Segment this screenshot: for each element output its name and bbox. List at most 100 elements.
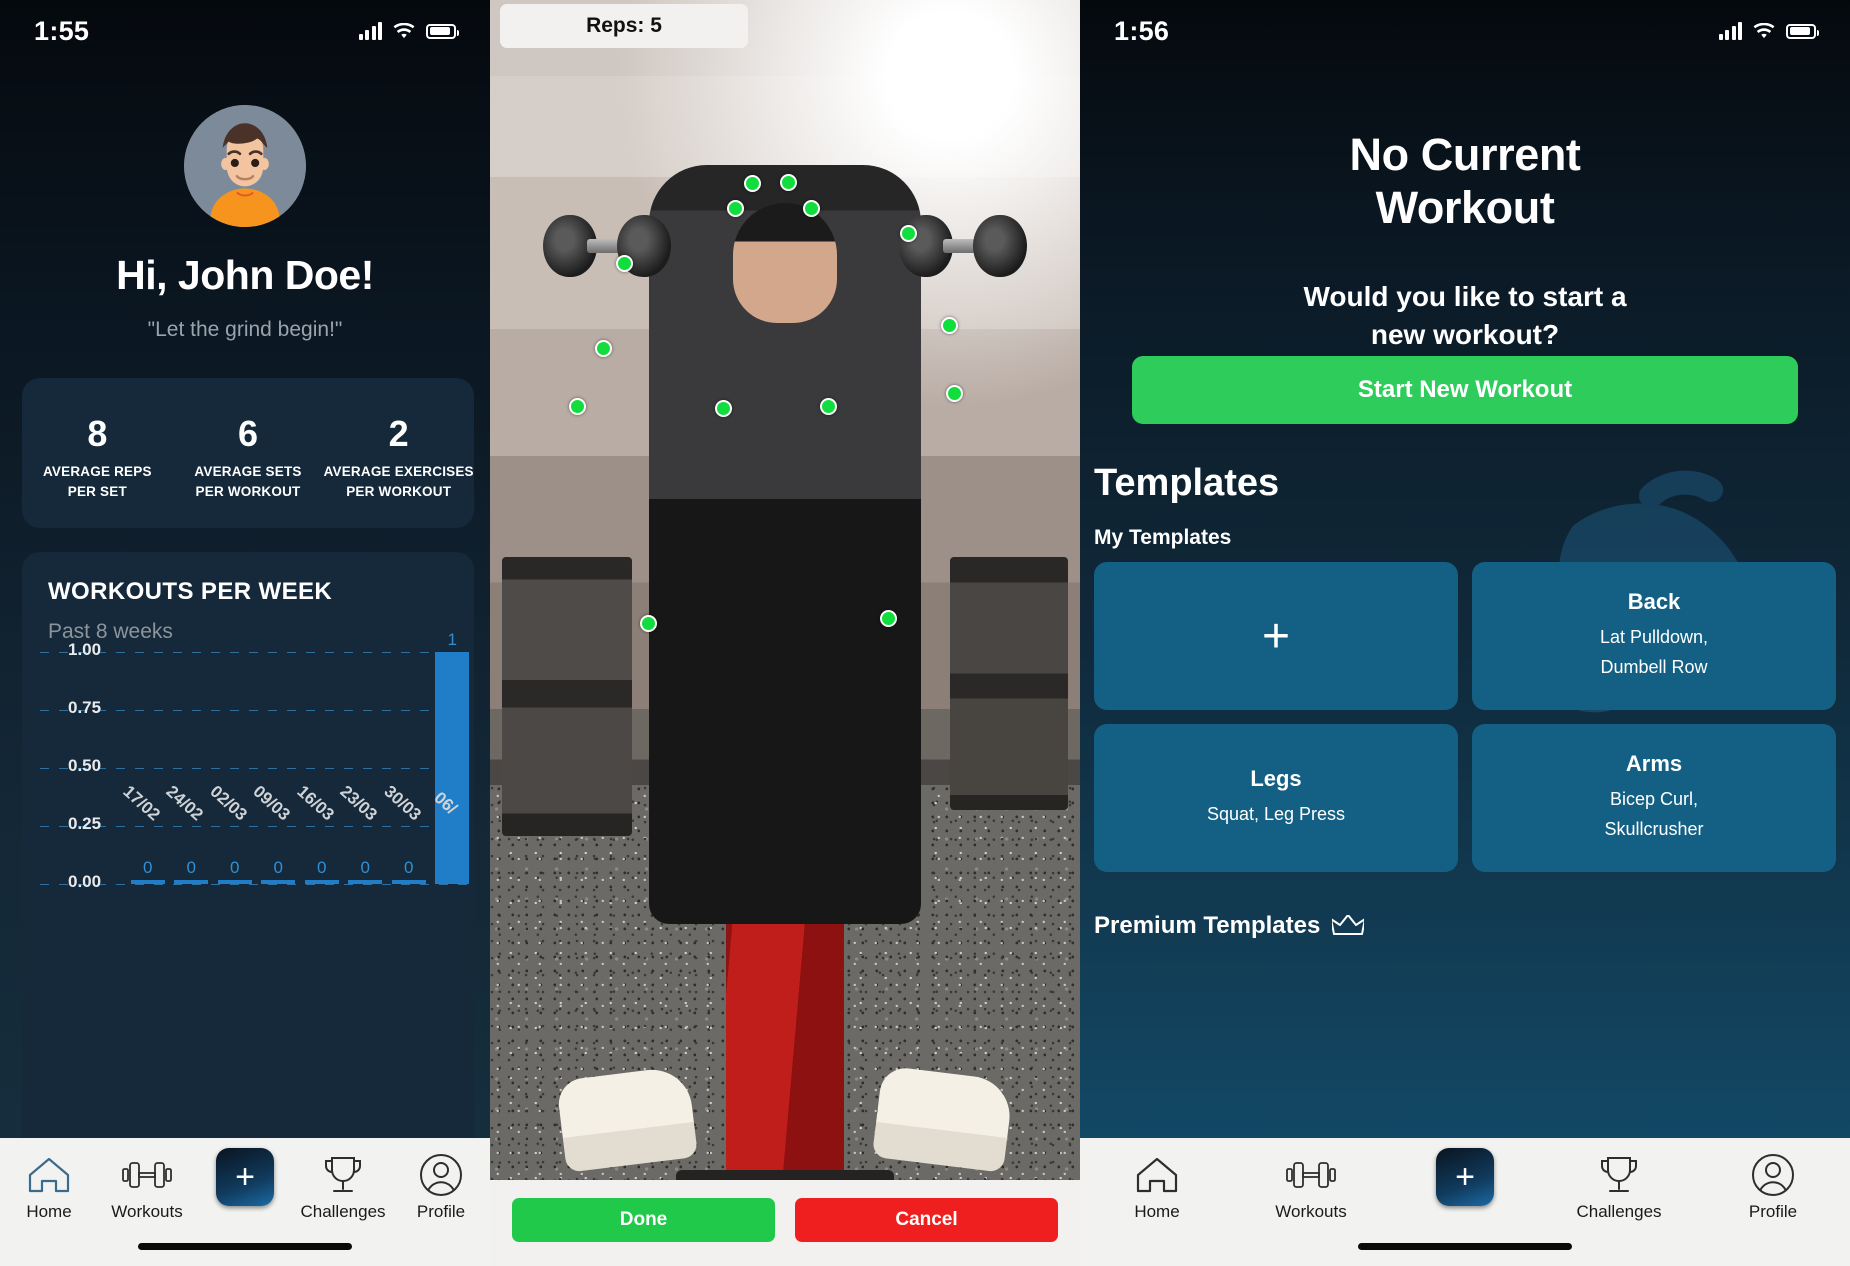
wifi-icon: [393, 22, 415, 40]
tab-profile[interactable]: Profile: [392, 1152, 490, 1222]
template-card-legs[interactable]: Legs Squat, Leg Press: [1094, 724, 1458, 872]
chart-x-tick: 09/03: [250, 782, 301, 860]
chart-x-tick-label: 06/: [430, 788, 462, 819]
template-exercise-line1: Bicep Curl,: [1609, 789, 1698, 810]
bottom-tab-bar-workout: Home Workouts + Challenges Profile: [1080, 1138, 1850, 1266]
tab-add-workout[interactable]: +: [1388, 1148, 1542, 1206]
chart-bar-value-label: 0: [404, 858, 414, 877]
templates-heading: Templates: [1094, 462, 1280, 504]
chart-y-tick-label: 1.00: [68, 640, 102, 659]
tab-label: Profile: [416, 1202, 466, 1221]
pose-keypoint-icon: [941, 317, 958, 334]
pose-keypoint-icon: [744, 175, 761, 192]
chart-bar: [348, 880, 383, 884]
cellular-bars-icon: [358, 22, 382, 40]
chart-y-tick-label: 0.50: [68, 756, 102, 775]
tab-profile[interactable]: Profile: [1696, 1152, 1850, 1222]
chart-bar-value-label: 1: [447, 630, 457, 649]
panel-camera: Reps: 5 Done Cancel: [490, 0, 1080, 1266]
chart-bar: [217, 880, 252, 884]
tab-add-workout[interactable]: +: [196, 1148, 294, 1206]
premium-templates-label: Premium Templates: [1094, 912, 1367, 940]
stat-label: AVERAGE SETS PER WORKOUT: [173, 462, 324, 501]
stat-label-line2: PER WORKOUT: [346, 483, 452, 499]
trophy-icon: [320, 1152, 366, 1198]
stat-label-line2: PER WORKOUT: [195, 483, 301, 499]
tab-challenges[interactable]: Challenges: [1542, 1152, 1696, 1222]
chart-bar: [304, 880, 339, 884]
template-card-back[interactable]: Back Lat Pulldown, Dumbell Row: [1472, 562, 1836, 710]
camera-feed: [490, 0, 1080, 1266]
template-name: Legs: [1250, 766, 1302, 792]
dumbbell-icon: [121, 1152, 173, 1198]
plus-icon[interactable]: +: [1436, 1148, 1494, 1206]
stat-value: 2: [388, 412, 409, 454]
chart-y-tick-label: 0.00: [68, 872, 102, 891]
pose-keypoint-icon: [780, 174, 797, 191]
home-indicator: [1358, 1243, 1572, 1250]
plus-icon[interactable]: +: [216, 1148, 274, 1206]
stat-label-line1: AVERAGE EXERCISES: [323, 463, 474, 479]
pose-keypoint-icon: [640, 615, 657, 632]
tab-home[interactable]: Home: [1080, 1152, 1234, 1222]
reps-counter-badge: Reps: 5: [500, 4, 748, 48]
tab-home[interactable]: Home: [0, 1152, 98, 1222]
bottom-tab-bar-home: Home Workouts + Challenges Profile: [0, 1138, 490, 1266]
pose-keypoint-icon: [803, 200, 820, 217]
tab-workouts[interactable]: Workouts: [1234, 1152, 1388, 1222]
person-icon: [419, 1152, 463, 1198]
chart-bar: [174, 880, 209, 884]
template-exercises: Squat, Leg Press: [1207, 800, 1345, 830]
template-name: Arms: [1625, 751, 1683, 777]
tab-label: Challenges: [1576, 1202, 1662, 1221]
no-current-workout-hero: No Current Workout Would you like to sta…: [1080, 128, 1850, 354]
user-avatar-icon: [184, 105, 306, 227]
chart-bar-value-label: 0: [273, 858, 283, 877]
pose-keypoint-icon: [900, 225, 917, 242]
template-exercises: Lat Pulldown, Dumbell Row: [1600, 623, 1708, 682]
panel-workout: 1:56 No Current Workout Would you like t: [1080, 0, 1850, 1266]
tab-label: Workouts: [111, 1202, 183, 1221]
status-bar-workout: 1:56: [1080, 0, 1850, 62]
tab-challenges[interactable]: Challenges: [294, 1152, 392, 1222]
pose-keypoint-icon: [727, 200, 744, 217]
template-card-arms[interactable]: Arms Bicep Curl, Skullcrusher: [1472, 724, 1836, 872]
chart-x-tick: 17/02: [119, 782, 170, 860]
headline-line1: No Current: [1349, 129, 1581, 180]
stat-average-reps: 8 AVERAGE REPS PER SET: [22, 411, 173, 501]
add-template-button[interactable]: +: [1094, 562, 1458, 710]
camera-action-bar: Done Cancel: [490, 1180, 1080, 1266]
stat-value: 8: [87, 412, 108, 454]
cancel-button[interactable]: Cancel: [795, 1198, 1058, 1242]
cellular-bars-icon: [1718, 22, 1742, 40]
chart-y-gridline: 0.00: [22, 872, 474, 891]
panel-home: 1:55 Hi, John Doe! "Let the grind begin!…: [0, 0, 490, 1266]
chart-bar-value-label: 0: [143, 858, 153, 877]
trophy-icon: [1596, 1152, 1642, 1198]
battery-icon: [426, 23, 459, 39]
chart-x-tick: 16/03: [293, 782, 344, 860]
page-subtitle: Would you like to start a new workout?: [1080, 278, 1850, 354]
person-head: [732, 202, 837, 323]
tab-workouts[interactable]: Workouts: [98, 1152, 196, 1222]
status-bar-home: 1:55: [0, 0, 490, 62]
home-indicator: [138, 1243, 352, 1250]
avatar[interactable]: [184, 105, 306, 227]
chart-bar-value-label: 0: [317, 858, 327, 877]
done-button[interactable]: Done: [512, 1198, 775, 1242]
start-new-workout-button[interactable]: Start New Workout: [1132, 356, 1798, 424]
dumbbell-rack-left: [501, 557, 632, 836]
battery-icon: [1786, 23, 1819, 39]
pose-keypoint-icon: [820, 398, 837, 415]
chart-gridline: [40, 884, 474, 885]
stat-label-line1: AVERAGE REPS: [42, 463, 152, 479]
templates-grid: + Back Lat Pulldown, Dumbell Row Legs Sq…: [1094, 562, 1836, 872]
chart-x-tick: 06/: [430, 788, 475, 860]
chart-x-tick: 23/03: [337, 782, 388, 860]
pose-keypoint-icon: [595, 340, 612, 357]
chart-bar: [261, 880, 296, 884]
stats-card: 8 AVERAGE REPS PER SET 6 AVERAGE SETS PE…: [22, 378, 474, 528]
person-icon: [1751, 1152, 1795, 1198]
shoe-left: [555, 1065, 698, 1173]
dumbbell-right: [898, 215, 1027, 278]
